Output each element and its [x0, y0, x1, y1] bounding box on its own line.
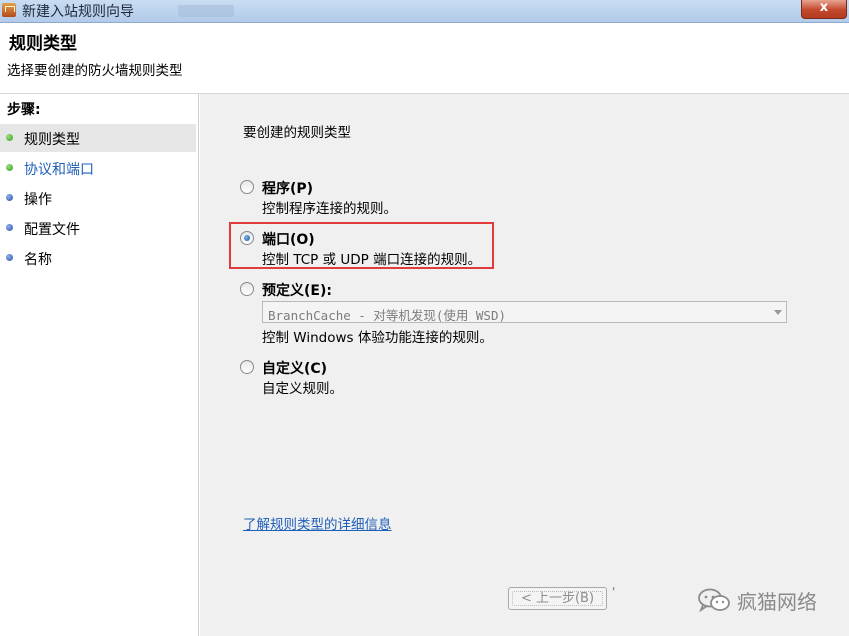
watermark: 疯猫网络	[697, 586, 837, 616]
custom-radio[interactable]	[240, 360, 254, 374]
step-profile: 配置文件	[0, 214, 196, 242]
prev-button[interactable]: < 上一步(B)	[508, 587, 607, 610]
option-label[interactable]: 程序(P)	[262, 178, 313, 198]
option-description: 控制程序连接的规则。	[262, 201, 397, 217]
focus-rect	[512, 591, 603, 606]
window-title: 新建入站规则向导	[22, 4, 134, 20]
step-label[interactable]: 协议和端口	[24, 159, 94, 179]
step-complete-dot-icon	[6, 134, 13, 141]
step-rule-type: 规则类型	[0, 124, 196, 152]
predefined-select-value: BranchCache - 对等机发现(使用 WSD)	[268, 308, 507, 323]
step-label: 名称	[24, 252, 52, 268]
step-name: 名称	[0, 244, 196, 272]
page-subtitle: 选择要创建的防火墙规则类型	[7, 63, 183, 79]
option-description: 控制 Windows 体验功能连接的规则。	[262, 330, 493, 346]
predefined-select[interactable]: BranchCache - 对等机发现(使用 WSD)	[262, 301, 787, 323]
steps-sidebar: 步骤: 规则类型 协议和端口 操作 配置文件 名称	[0, 94, 199, 636]
step-action: 操作	[0, 184, 196, 212]
option-label[interactable]: 预定义(E):	[262, 280, 332, 300]
close-button[interactable]: x	[801, 0, 847, 19]
wizard-header: 规则类型 选择要创建的防火墙规则类型	[0, 23, 849, 93]
button-edge-mark: '	[612, 585, 616, 599]
steps-title: 步骤:	[7, 102, 41, 118]
rule-type-question: 要创建的规则类型	[243, 125, 351, 141]
highlight-annotation-box	[229, 222, 494, 269]
main-panel: 要创建的规则类型 程序(P) 控制程序连接的规则。 端口(O) 控制 TCP 或…	[200, 94, 849, 636]
learn-more-link[interactable]: 了解规则类型的详细信息	[243, 513, 392, 533]
predefined-radio[interactable]	[240, 282, 254, 296]
step-protocol-and-ports[interactable]: 协议和端口	[0, 154, 196, 182]
step-label: 配置文件	[24, 222, 80, 238]
page-title: 规则类型	[9, 34, 77, 54]
watermark-text: 疯猫网络	[737, 590, 817, 614]
title-bar: 新建入站规则向导 x	[0, 0, 849, 23]
step-pending-dot-icon	[6, 254, 13, 261]
title-blurred-region	[178, 5, 234, 17]
step-label: 规则类型	[24, 132, 80, 148]
firewall-app-icon	[2, 3, 16, 17]
wechat-icon	[698, 588, 730, 612]
step-pending-dot-icon	[6, 194, 13, 201]
option-label[interactable]: 自定义(C)	[262, 358, 327, 378]
step-complete-dot-icon	[6, 164, 13, 171]
option-description: 自定义规则。	[262, 381, 343, 397]
step-label: 操作	[24, 192, 52, 208]
step-pending-dot-icon	[6, 224, 13, 231]
program-radio[interactable]	[240, 180, 254, 194]
chevron-down-icon[interactable]	[774, 310, 782, 315]
